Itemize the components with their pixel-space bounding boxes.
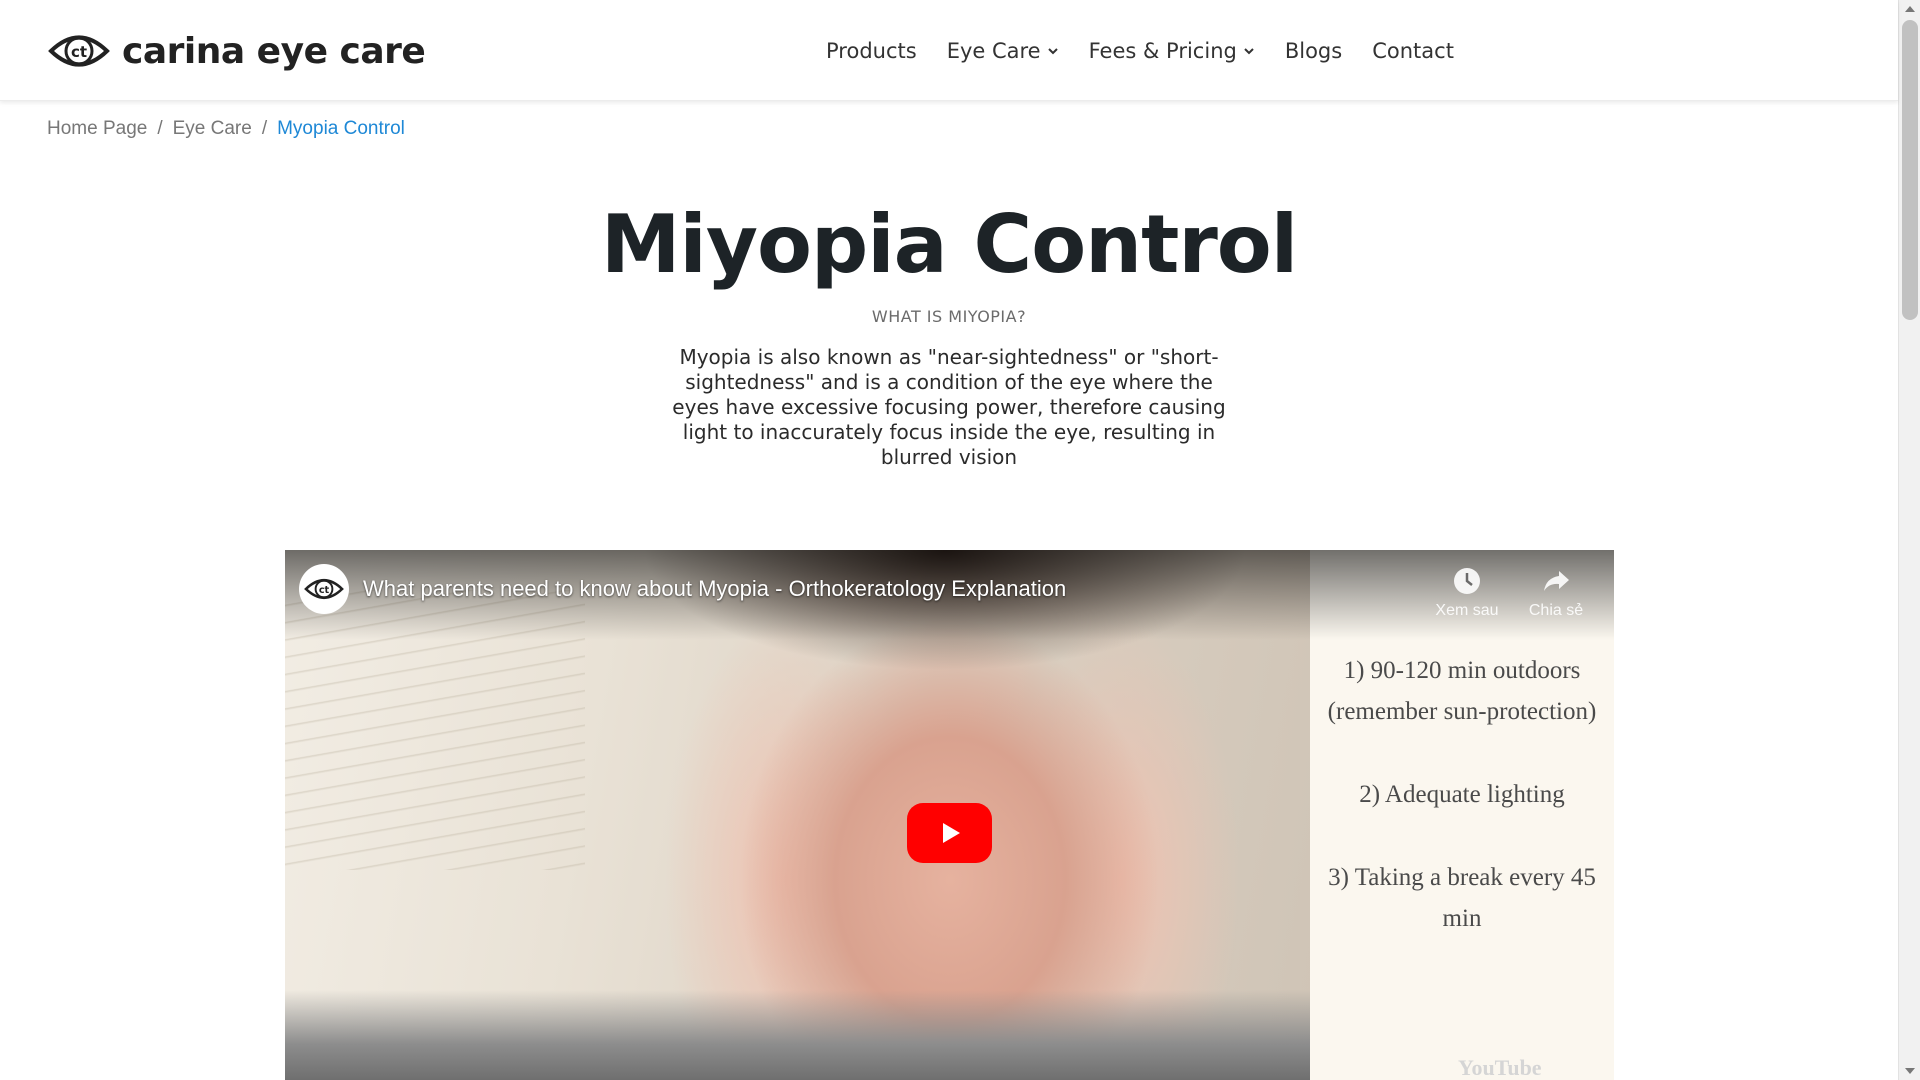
chevron-down-icon (1244, 47, 1254, 54)
logo-text: carina eye care (122, 30, 426, 72)
video-tips: 1) 90-120 min outdoors (remember sun-pro… (1310, 650, 1614, 981)
eye-logo-icon: ct (48, 35, 110, 67)
chevron-down-icon (1047, 47, 1058, 54)
page-scrollbar[interactable] (1898, 0, 1920, 1080)
video-tip: 2) Adequate lighting (1359, 781, 1565, 808)
breadcrumb-separator: / (157, 118, 163, 139)
video-tip: 1) 90-120 min outdoors (remember sun-pro… (1327, 657, 1597, 725)
channel-avatar[interactable]: ct (299, 564, 349, 614)
logo-link[interactable]: ct carina eye care (48, 30, 426, 72)
nav-fees-pricing[interactable]: Fees & Pricing (1089, 39, 1255, 63)
clock-icon (1454, 568, 1480, 594)
svg-text:ct: ct (71, 43, 87, 61)
video-tip: 3) Taking a break every 45 min (1328, 864, 1596, 932)
breadcrumb: Home Page / Eye Care / Myopia Control (47, 118, 405, 140)
nav-eye-care[interactable]: Eye Care (947, 39, 1059, 63)
page-description: Myopia is also known as "near-sightednes… (672, 345, 1226, 469)
scroll-up-icon[interactable] (1905, 6, 1915, 12)
nav-blogs[interactable]: Blogs (1285, 39, 1342, 63)
eye-logo-icon: ct (304, 579, 344, 599)
page-title: Miyopia Control (600, 198, 1298, 291)
watch-later-button[interactable]: Xem sau (1422, 566, 1512, 620)
youtube-logo[interactable]: YouTube (1458, 1055, 1542, 1080)
breadcrumb-separator: / (261, 118, 268, 139)
nav-contact[interactable]: Contact (1372, 39, 1454, 63)
breadcrumb-current: Myopia Control (277, 118, 405, 139)
nav-products[interactable]: Products (826, 39, 917, 63)
video-person-sweater (285, 990, 1310, 1080)
video-title[interactable]: What parents need to know about Myopia -… (363, 576, 1066, 602)
breadcrumb-eye-care[interactable]: Eye Care (173, 118, 252, 140)
breadcrumb-home[interactable]: Home Page (47, 118, 147, 140)
main-nav: Products Eye Care Fees & Pricing Blogs C… (826, 0, 1454, 101)
page-subtitle: WHAT IS MIYOPIA? (871, 307, 1027, 326)
play-button[interactable] (907, 803, 992, 863)
scroll-down-icon[interactable] (1905, 1068, 1915, 1074)
video-player[interactable]: 1) 90-120 min outdoors (remember sun-pro… (285, 550, 1614, 1080)
scrollbar-thumb[interactable] (1902, 20, 1918, 320)
share-icon (1544, 571, 1569, 591)
play-icon (942, 823, 960, 843)
share-button[interactable]: Chia sẻ (1511, 566, 1601, 620)
svg-text:ct: ct (319, 585, 330, 596)
site-header: ct carina eye care Products Eye Care Fee… (0, 0, 1898, 101)
